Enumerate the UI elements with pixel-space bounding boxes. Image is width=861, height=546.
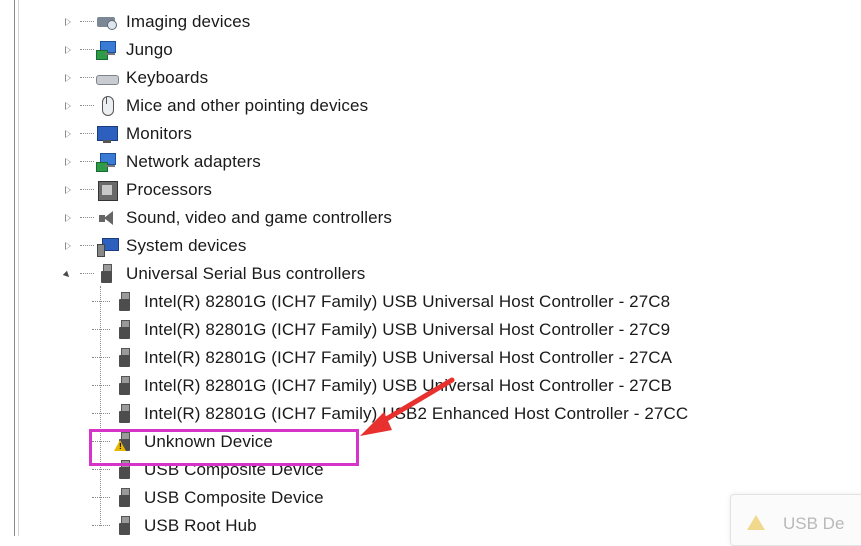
- popup-text: USB De: [783, 514, 845, 533]
- annotation-arrow: [360, 377, 455, 436]
- warning-icon: [747, 515, 765, 530]
- notification-popup[interactable]: USB De: [730, 494, 861, 546]
